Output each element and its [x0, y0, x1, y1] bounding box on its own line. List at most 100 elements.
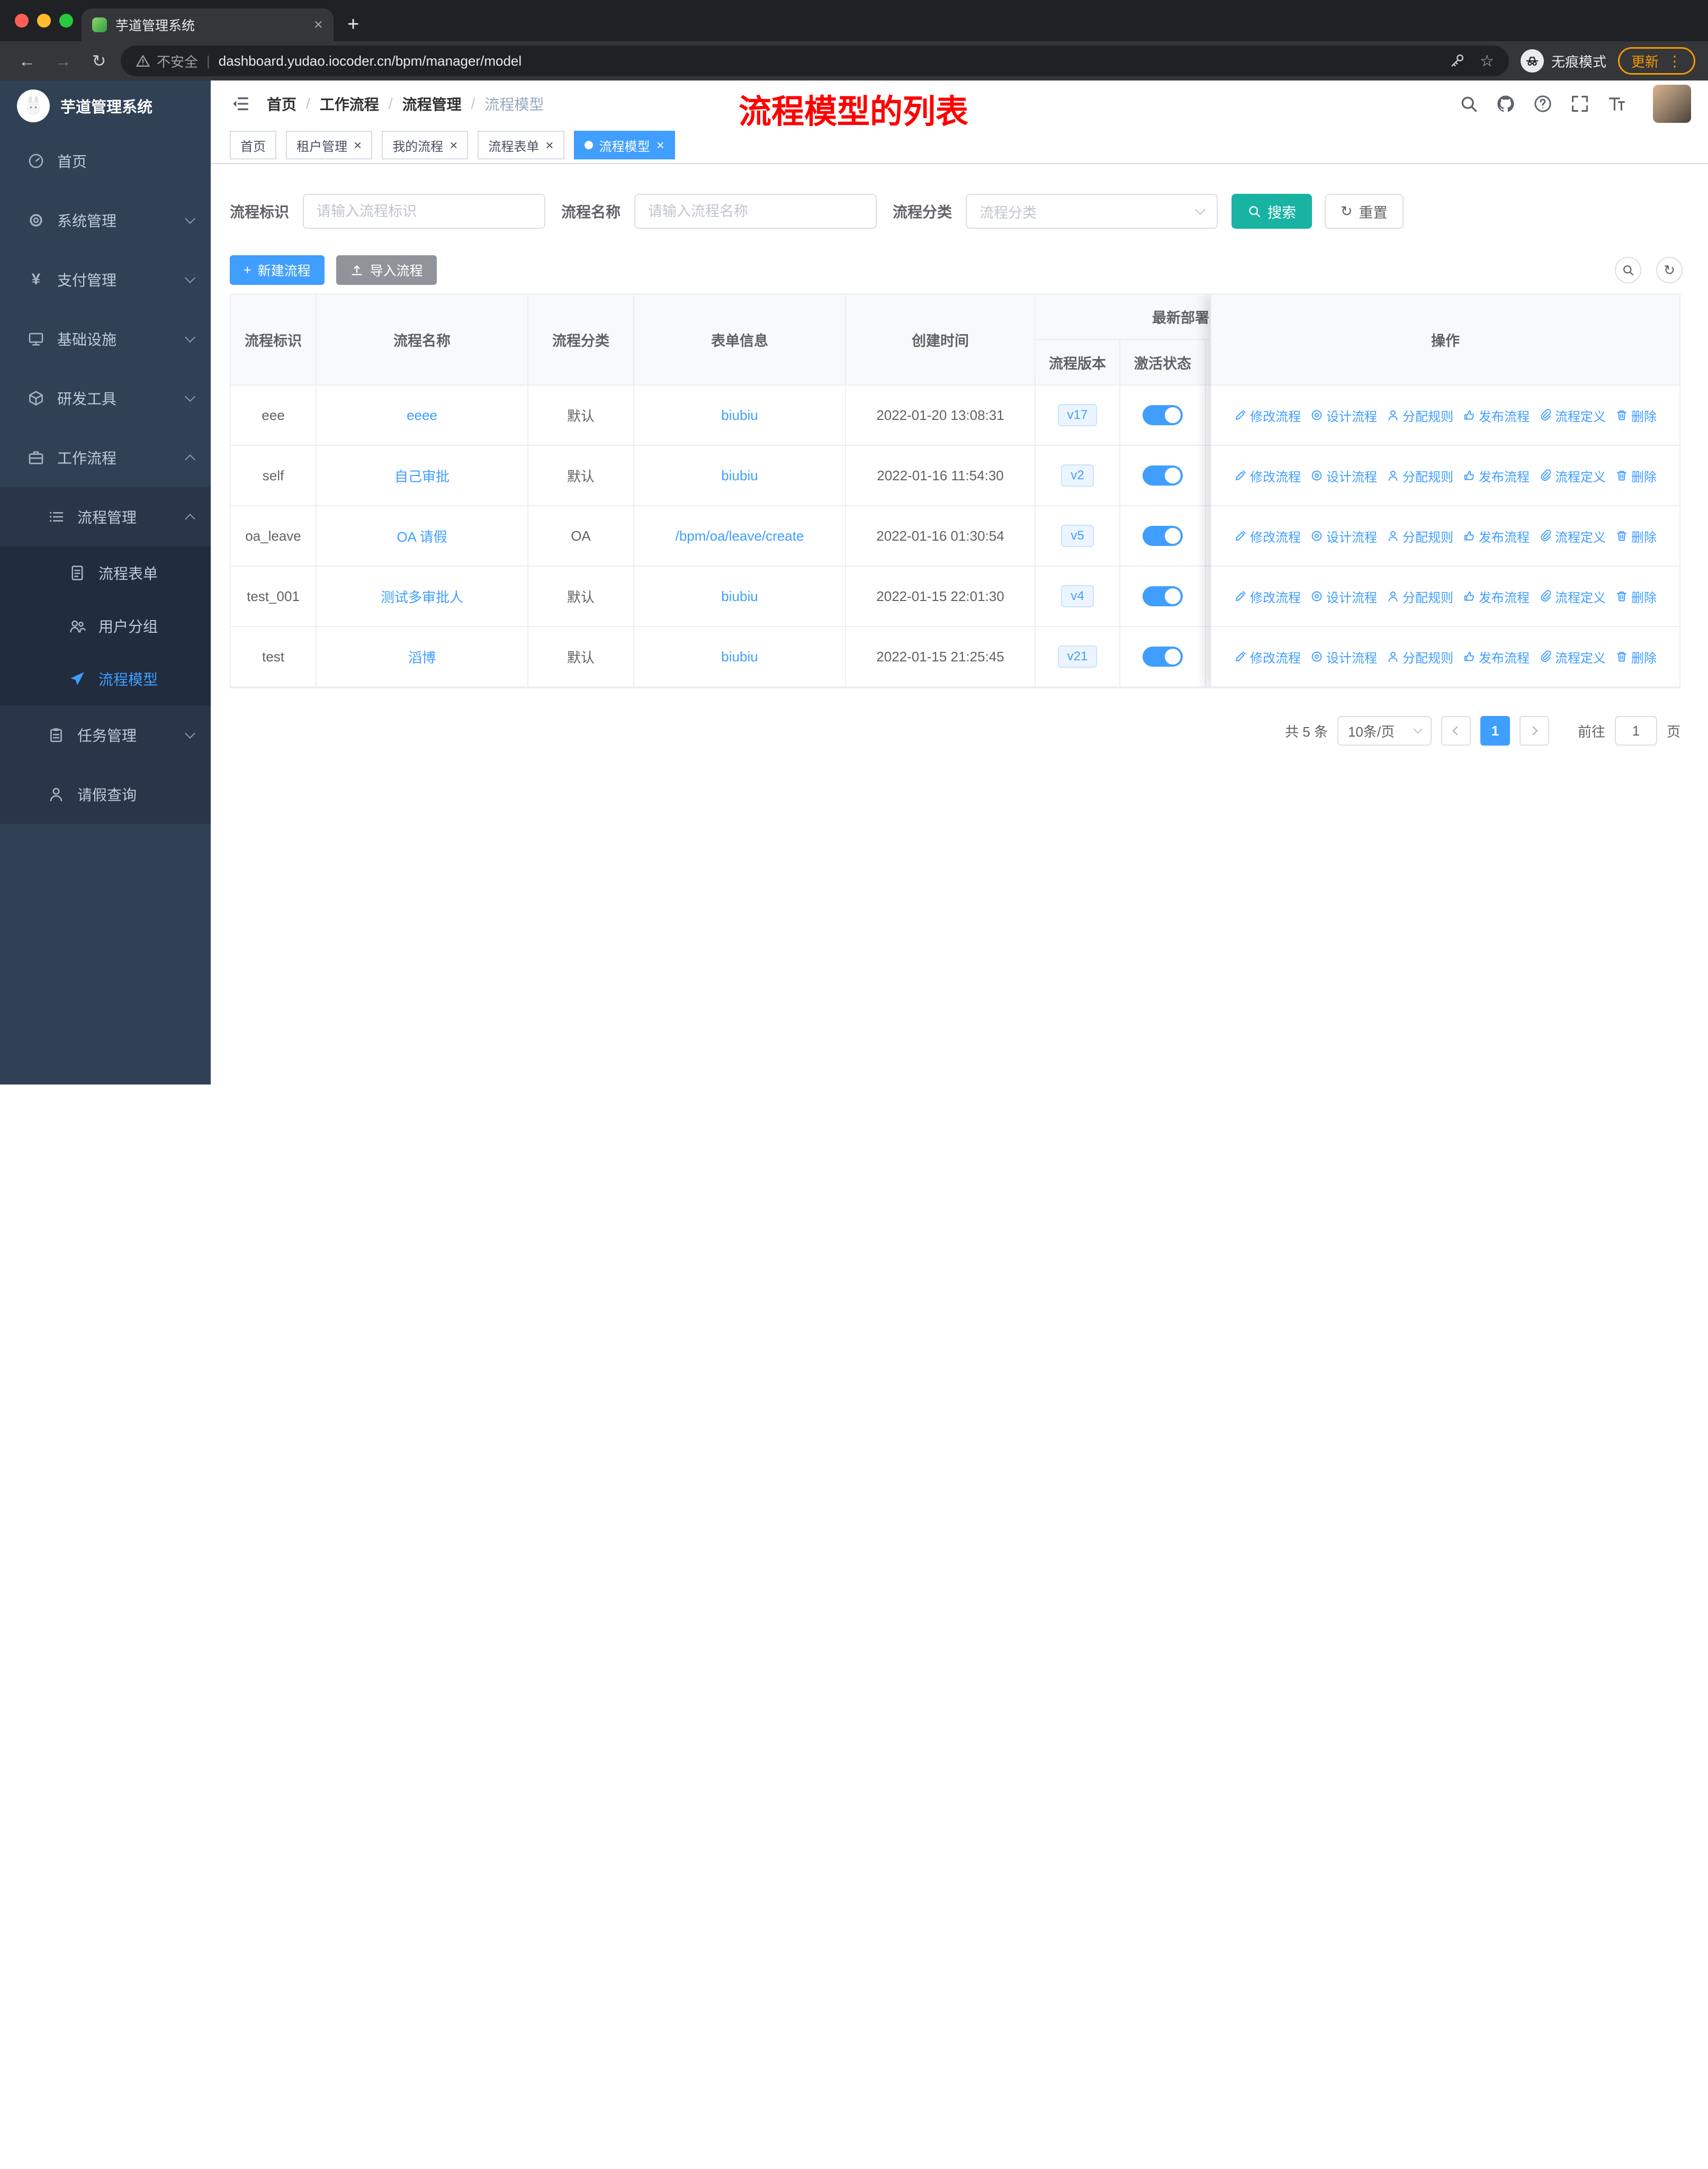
bookmark-star-icon[interactable]: ☆: [1480, 52, 1494, 70]
sidebar-item[interactable]: 工作流程: [0, 428, 211, 487]
sidebar-item[interactable]: 任务管理: [0, 705, 211, 765]
prev-page-button[interactable]: [1441, 716, 1471, 746]
active-toggle[interactable]: [1143, 526, 1183, 546]
collapse-sidebar-button[interactable]: [230, 94, 250, 114]
action-delete[interactable]: 删除: [1615, 467, 1657, 485]
action-assign[interactable]: 分配规则: [1387, 467, 1453, 485]
process-name-link[interactable]: eeee: [407, 407, 437, 424]
action-assign[interactable]: 分配规则: [1387, 527, 1453, 545]
process-name-link[interactable]: 自己审批: [394, 466, 450, 486]
fullscreen-icon[interactable]: [1570, 94, 1589, 113]
process-name-link[interactable]: OA 请假: [397, 526, 447, 546]
breadcrumb-item[interactable]: 首页: [267, 93, 296, 114]
page-size-select[interactable]: 10条/页: [1337, 716, 1432, 746]
reset-button[interactable]: ↻ 重置: [1325, 194, 1404, 229]
action-publish[interactable]: 发布流程: [1463, 467, 1530, 485]
chrome-update-button[interactable]: 更新 ⋮: [1617, 47, 1695, 75]
action-assign[interactable]: 分配规则: [1387, 648, 1453, 666]
sidebar-item[interactable]: 系统管理: [0, 191, 211, 250]
forward-button[interactable]: →: [49, 47, 77, 75]
active-toggle[interactable]: [1143, 465, 1183, 486]
sidebar-item[interactable]: 流程表单: [0, 546, 211, 599]
action-delete[interactable]: 删除: [1615, 648, 1657, 666]
toggle-search-button[interactable]: [1615, 257, 1641, 283]
next-page-button[interactable]: [1519, 716, 1549, 746]
close-window-button[interactable]: [15, 14, 29, 28]
sidebar-item[interactable]: 流程管理: [0, 487, 211, 546]
action-design[interactable]: 设计流程: [1310, 648, 1377, 666]
action-definition[interactable]: 流程定义: [1539, 648, 1606, 666]
action-definition[interactable]: 流程定义: [1539, 467, 1606, 485]
action-assign[interactable]: 分配规则: [1387, 587, 1453, 606]
refresh-table-button[interactable]: ↻: [1656, 257, 1683, 283]
tag-item[interactable]: 流程表单 ×: [478, 131, 564, 159]
search-icon[interactable]: [1459, 94, 1478, 113]
action-definition[interactable]: 流程定义: [1539, 587, 1606, 606]
form-link[interactable]: biubiu: [721, 649, 758, 665]
browser-menu-icon[interactable]: ⋮: [1667, 52, 1682, 70]
github-icon[interactable]: [1496, 94, 1515, 113]
tag-item[interactable]: 流程模型 ×: [573, 131, 675, 159]
active-toggle[interactable]: [1143, 647, 1183, 667]
browser-tab[interactable]: 芋道管理系统 ×: [82, 8, 334, 41]
active-toggle[interactable]: [1143, 405, 1183, 425]
form-link[interactable]: biubiu: [721, 407, 758, 424]
action-design[interactable]: 设计流程: [1310, 527, 1377, 545]
process-id-input[interactable]: [303, 194, 546, 229]
action-definition[interactable]: 流程定义: [1539, 527, 1606, 545]
sidebar-item[interactable]: 请假查询: [0, 765, 211, 824]
action-delete[interactable]: 删除: [1615, 406, 1657, 425]
breadcrumb-item[interactable]: 流程管理: [402, 93, 462, 114]
sidebar-item[interactable]: 用户分组: [0, 599, 211, 652]
action-edit[interactable]: 修改流程: [1234, 467, 1301, 485]
security-status[interactable]: 不安全: [136, 51, 198, 71]
new-tab-button[interactable]: +: [347, 13, 359, 36]
form-link[interactable]: biubiu: [721, 468, 758, 484]
form-link[interactable]: /bpm/oa/leave/create: [676, 528, 804, 544]
active-toggle[interactable]: [1143, 586, 1183, 606]
import-process-button[interactable]: 导入流程: [336, 255, 437, 285]
search-button[interactable]: 搜索: [1231, 194, 1313, 229]
process-name-link[interactable]: 测试多审批人: [381, 587, 463, 606]
sidebar-item[interactable]: 基础设施: [0, 309, 211, 369]
tag-item[interactable]: 首页: [230, 131, 276, 159]
sidebar-item[interactable]: 研发工具: [0, 369, 211, 428]
close-icon[interactable]: ×: [657, 138, 664, 152]
create-process-button[interactable]: + 新建流程: [230, 255, 325, 285]
action-publish[interactable]: 发布流程: [1463, 527, 1530, 545]
passwords-key-icon[interactable]: [1449, 53, 1465, 69]
process-name-link[interactable]: 滔博: [408, 647, 436, 667]
page-number-button[interactable]: 1: [1480, 716, 1510, 746]
help-icon[interactable]: [1533, 94, 1552, 113]
font-size-icon[interactable]: [1607, 94, 1626, 113]
action-edit[interactable]: 修改流程: [1234, 587, 1301, 606]
action-definition[interactable]: 流程定义: [1539, 406, 1606, 425]
close-icon[interactable]: ×: [354, 138, 362, 152]
action-assign[interactable]: 分配规则: [1387, 406, 1453, 425]
reload-button[interactable]: ↻: [85, 47, 113, 75]
action-design[interactable]: 设计流程: [1310, 467, 1377, 485]
process-name-input[interactable]: [634, 194, 877, 229]
action-design[interactable]: 设计流程: [1310, 587, 1377, 606]
close-icon[interactable]: ×: [545, 138, 553, 152]
sidebar-item[interactable]: ¥ 支付管理: [0, 250, 211, 309]
action-design[interactable]: 设计流程: [1310, 406, 1377, 425]
action-edit[interactable]: 修改流程: [1234, 406, 1301, 425]
form-link[interactable]: biubiu: [721, 588, 758, 605]
tag-item[interactable]: 我的流程 ×: [382, 131, 469, 159]
user-avatar[interactable]: [1653, 85, 1691, 123]
action-edit[interactable]: 修改流程: [1234, 648, 1301, 666]
tag-item[interactable]: 租户管理 ×: [286, 131, 373, 159]
sidebar-item[interactable]: 首页: [0, 131, 211, 191]
tab-close-icon[interactable]: ×: [313, 16, 323, 34]
zoom-window-button[interactable]: [59, 14, 73, 28]
process-category-select[interactable]: 流程分类: [966, 194, 1218, 229]
back-button[interactable]: ←: [13, 47, 41, 75]
address-bar[interactable]: 不安全 | dashboard.yudao.iocoder.cn/bpm/man…: [121, 46, 1509, 76]
sidebar-item[interactable]: 流程模型: [0, 652, 211, 705]
close-icon[interactable]: ×: [450, 138, 457, 152]
action-edit[interactable]: 修改流程: [1234, 527, 1301, 545]
breadcrumb-item[interactable]: 工作流程: [320, 93, 379, 114]
action-delete[interactable]: 删除: [1615, 587, 1657, 606]
minimize-window-button[interactable]: [37, 14, 51, 28]
